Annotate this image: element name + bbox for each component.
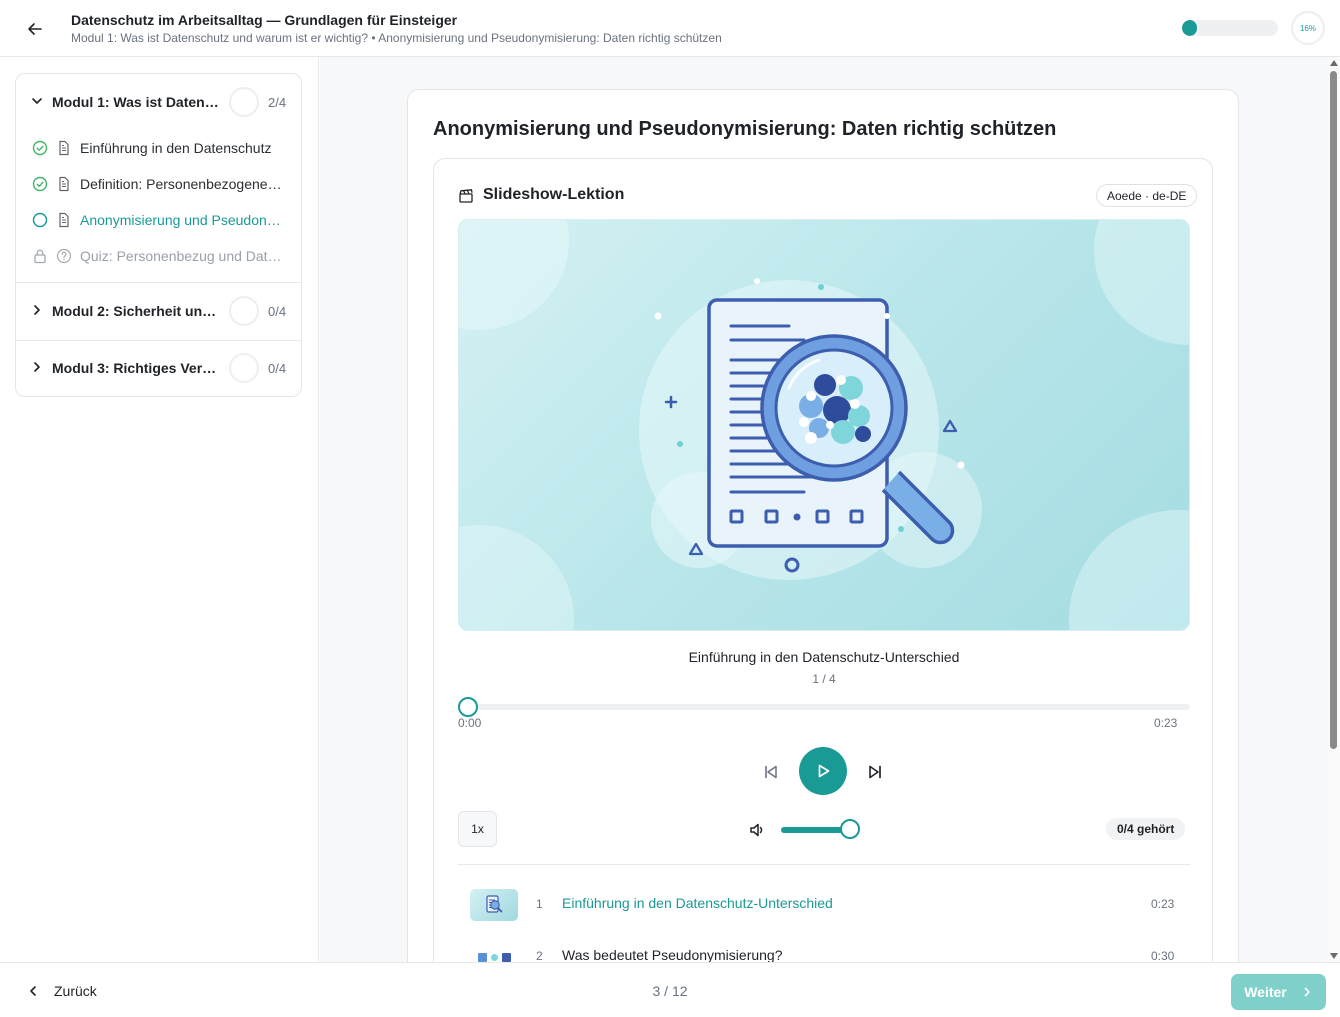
play-button[interactable] [799, 747, 847, 795]
seek-handle[interactable] [458, 697, 478, 717]
track-number: 1 [536, 897, 543, 911]
skip-back-icon [765, 765, 777, 779]
lesson-content-area: Anonymisierung und Pseudonymisierung: Da… [320, 57, 1327, 962]
playlist-item-2[interactable]: 2 Was bedeutet Pseudonymisierung? 0:30 [458, 934, 1190, 962]
module-progress-ring [229, 296, 259, 326]
track-number: 2 [536, 949, 543, 962]
module-2-header[interactable]: Modul 2: Sicherheit und Datenschutz im A… [16, 283, 301, 339]
main-scrollbar[interactable] [1327, 57, 1340, 962]
skip-forward-icon [869, 765, 881, 779]
document-icon [59, 176, 69, 192]
lesson-title: Anonymisierung und Pseudonymisierung: Da… [80, 212, 284, 228]
slide-counter: 1 / 4 [812, 672, 836, 686]
lesson-title: Definition: Personenbezogene Daten [80, 176, 284, 192]
volume-handle[interactable] [840, 819, 860, 839]
lesson-page-count: 3 / 12 [652, 983, 688, 999]
track-thumbnail [470, 941, 518, 962]
track-duration: 0:23 [1151, 897, 1175, 911]
slide-image [458, 219, 1190, 631]
voice-badge: Aoede · de-DE [1096, 184, 1198, 207]
module-count: 0/4 [268, 361, 287, 376]
bottom-navigation: Zurück 3 / 12 Weiter [0, 962, 1340, 1017]
module-3-header[interactable]: Modul 3: Richtiges Verhalten bei Datenpa… [16, 340, 301, 396]
course-title: Datenschutz im Arbeitsalltag — Grundlage… [71, 12, 458, 28]
document-icon [59, 212, 69, 228]
playlist-item-1[interactable]: 1 Einführung in den Datenschutz-Untersch… [458, 882, 1190, 926]
magnifier-document-thumbnail [486, 895, 503, 913]
lesson-item-4-locked[interactable]: Quiz: Personenbezug und Datenschutz [16, 238, 301, 274]
playback-speed-button[interactable]: 1x [458, 811, 497, 847]
module-progress-ring [229, 353, 259, 383]
quiz-icon [56, 248, 72, 264]
chevron-right-icon [1304, 987, 1310, 997]
course-progress-bar [1182, 20, 1278, 36]
circle-icon [32, 212, 48, 228]
seek-bar[interactable] [458, 704, 1190, 710]
lesson-title: Quiz: Personenbezug und Datenschutz [80, 248, 284, 264]
next-lesson-button[interactable]: Weiter [1231, 974, 1326, 1010]
next-slide-button[interactable] [864, 761, 886, 783]
module-count: 0/4 [268, 304, 287, 319]
module-1-header[interactable]: Modul 1: Was ist Datenschutz und warum i… [16, 74, 301, 130]
track-thumbnail [470, 889, 518, 921]
top-header: Datenschutz im Arbeitsalltag — Grundlage… [0, 0, 1340, 57]
lesson-item-2[interactable]: Definition: Personenbezogene Daten [16, 166, 301, 202]
play-icon [818, 764, 830, 778]
breadcrumb: Modul 1: Was ist Datenschutz und warum i… [71, 31, 722, 45]
lock-icon [34, 249, 46, 264]
chevron-right-icon [34, 362, 40, 372]
scroll-thumb[interactable] [1330, 71, 1337, 749]
magnifier-document-illustration [459, 220, 1189, 630]
slide-caption: Einführung in den Datenschutz-Unterschie… [688, 649, 960, 665]
module-progress-ring [229, 87, 259, 117]
lesson-item-1[interactable]: Einführung in den Datenschutz [16, 130, 301, 166]
lesson-title: Einführung in den Datenschutz [80, 140, 272, 156]
module-count: 2/4 [268, 95, 287, 110]
document-icon [59, 140, 69, 156]
lesson-card: Anonymisierung und Pseudonymisierung: Da… [407, 89, 1239, 962]
scroll-up-arrow-icon[interactable] [1330, 60, 1338, 66]
course-progress-fill [1182, 20, 1198, 36]
next-label: Weiter [1244, 984, 1287, 1000]
module-title: Modul 2: Sicherheit und Datenschutz im A… [52, 303, 220, 319]
module-list: Modul 1: Was ist Datenschutz und warum i… [15, 73, 302, 397]
lesson-item-3-active[interactable]: Anonymisierung und Pseudonymisierung: Da… [16, 202, 301, 238]
playlist-divider [458, 864, 1190, 865]
module-title: Modul 1: Was ist Datenschutz und warum i… [52, 94, 222, 110]
track-title: Was bedeutet Pseudonymisierung? [562, 947, 783, 962]
volume-icon[interactable] [748, 821, 766, 839]
module-title: Modul 3: Richtiges Verhalten bei Datenpa… [52, 360, 220, 376]
check-circle-icon [32, 176, 48, 192]
track-duration: 0:30 [1151, 949, 1175, 962]
time-total: 0:23 [1154, 716, 1178, 730]
slideshow-player: Slideshow-Lektion Aoede · de-DE Einführu… [433, 158, 1213, 962]
clapperboard-icon [459, 189, 473, 203]
course-sidebar: Modul 1: Was ist Datenschutz und warum i… [0, 57, 319, 962]
scroll-down-arrow-icon[interactable] [1330, 953, 1338, 959]
arrow-left-icon [28, 23, 42, 35]
course-progress-ring: 16% [1291, 11, 1325, 45]
time-current: 0:00 [458, 716, 482, 730]
player-type-label: Slideshow-Lektion [483, 186, 625, 203]
progress-percent: 16% [1299, 23, 1316, 33]
check-circle-icon [32, 140, 48, 156]
back-arrow-button[interactable] [22, 16, 48, 42]
previous-slide-button[interactable] [760, 761, 782, 783]
chevron-right-icon [34, 305, 40, 315]
lesson-heading: Anonymisierung und Pseudonymisierung: Da… [433, 118, 1057, 140]
track-title: Einführung in den Datenschutz-Unterschie… [562, 895, 833, 911]
listened-count-badge: 0/4 gehört [1106, 818, 1186, 840]
chevron-down-icon [32, 98, 42, 104]
